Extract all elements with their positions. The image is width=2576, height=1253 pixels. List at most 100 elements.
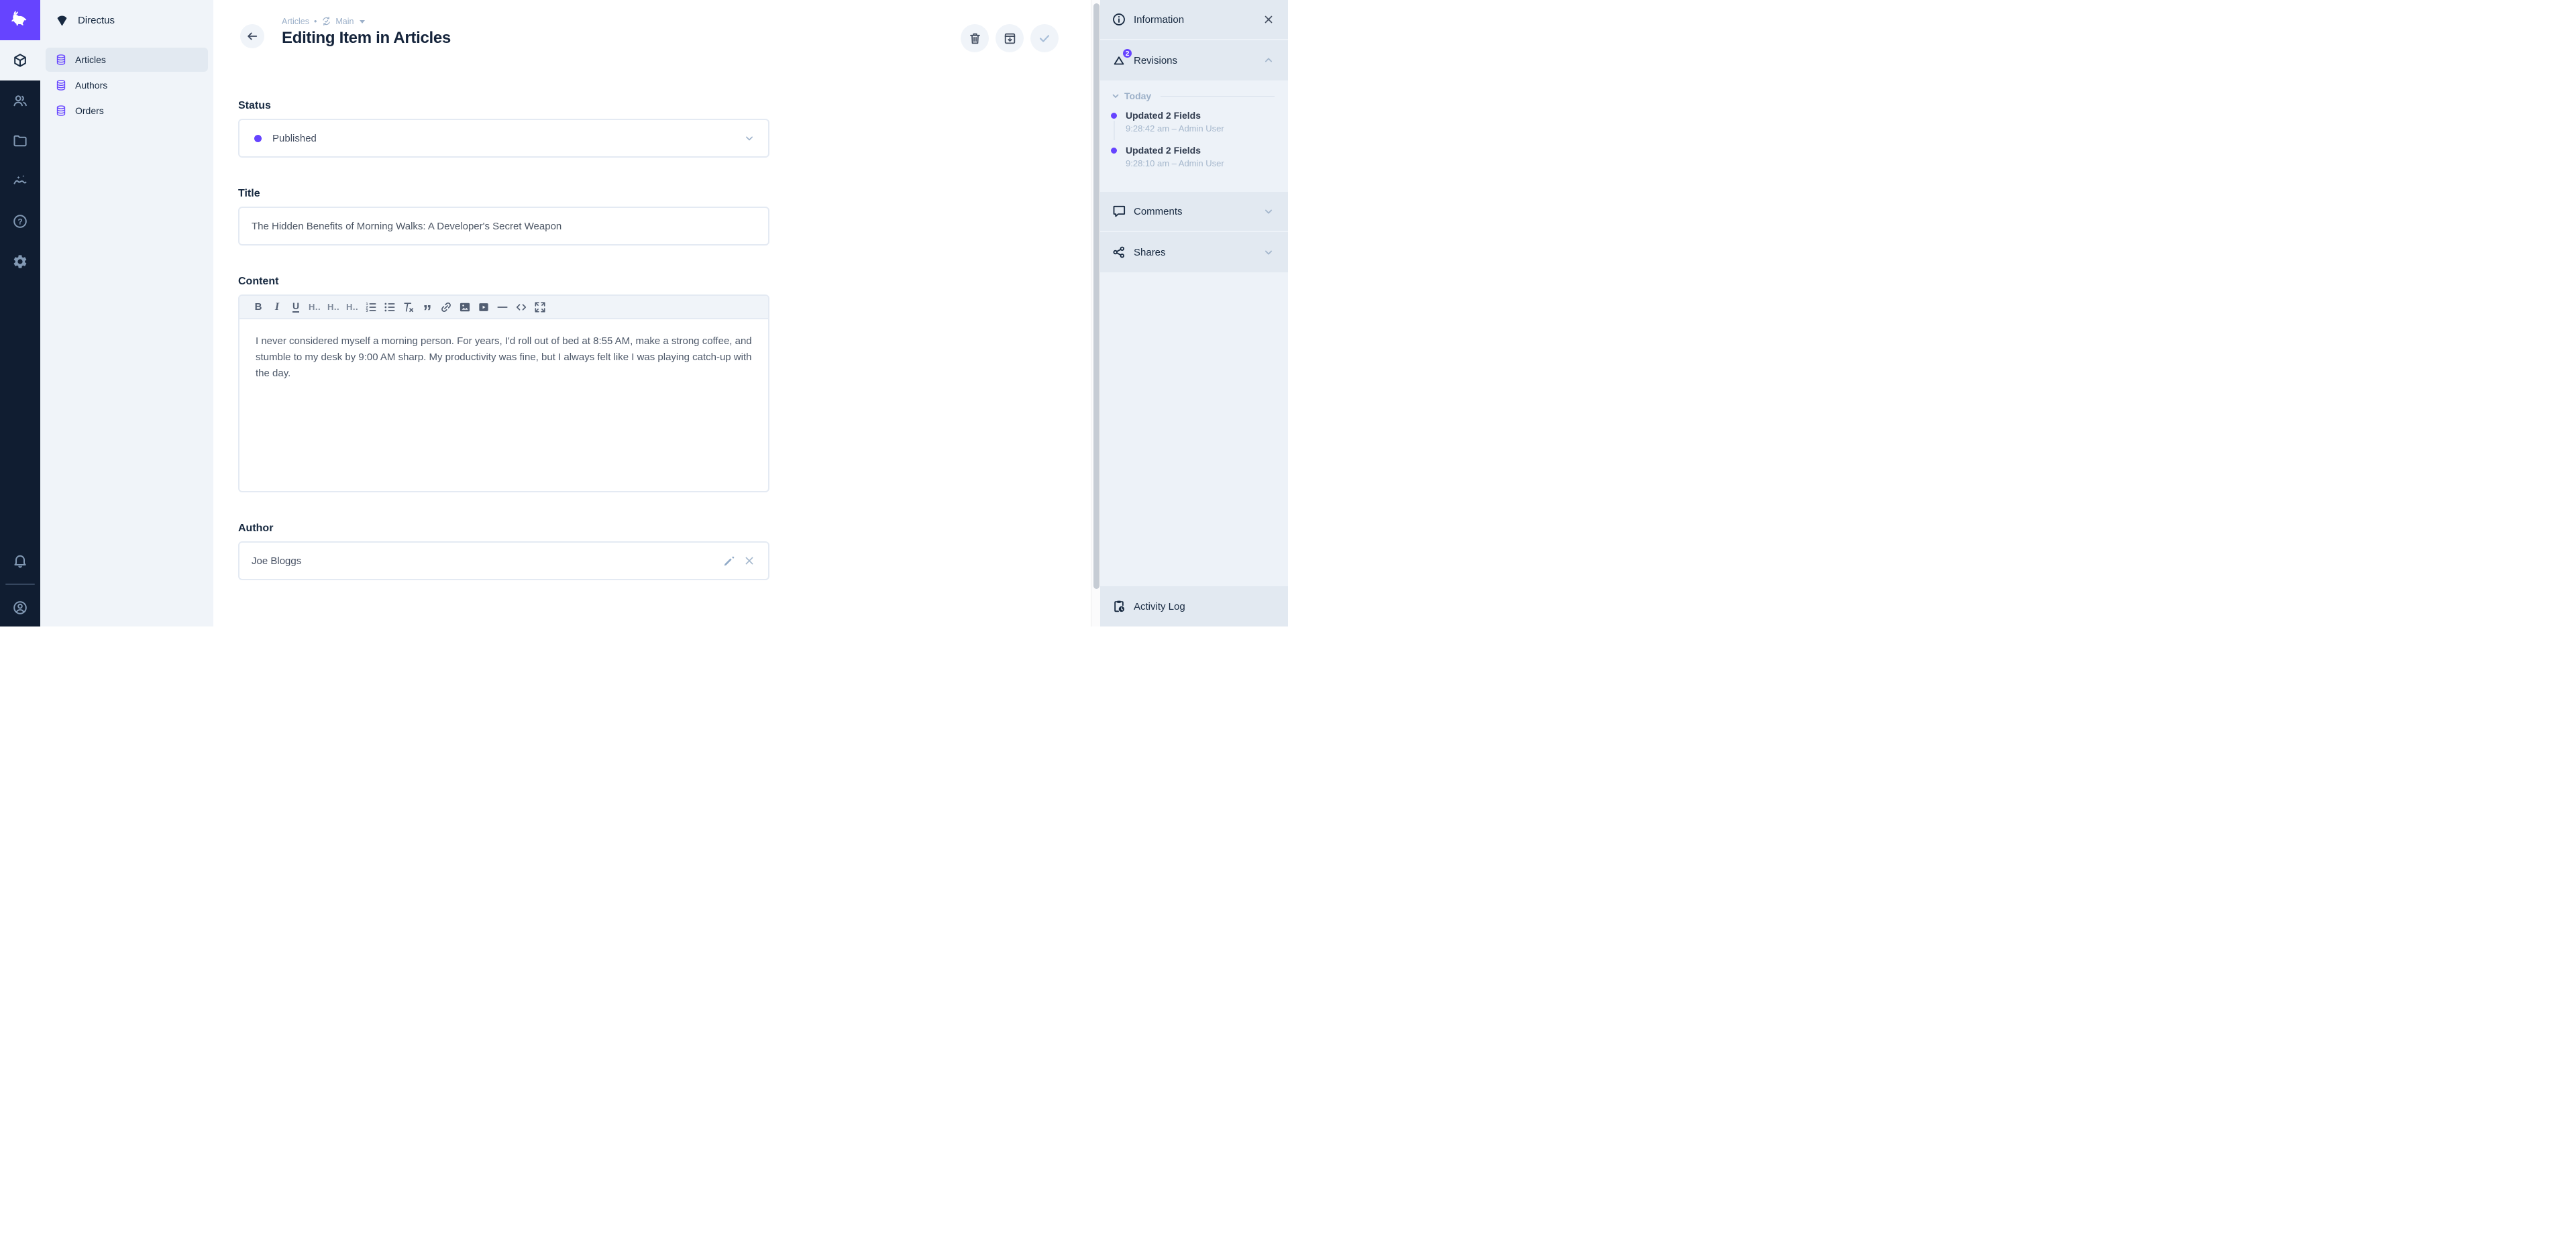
module-users[interactable]	[0, 80, 40, 121]
header-actions	[961, 24, 1059, 52]
project-header[interactable]: Directus	[40, 0, 213, 40]
expand-comments-button[interactable]	[1263, 205, 1275, 217]
main-scrollbar	[1091, 0, 1100, 626]
chevron-up-icon	[1263, 54, 1275, 66]
project-shield-icon	[55, 13, 69, 28]
breadcrumb-separator: •	[314, 17, 317, 26]
heading-3-icon[interactable]: H..	[343, 298, 362, 317]
revision-entry[interactable]: Updated 2 Fields 9:28:42 am – Admin User	[1111, 109, 1275, 144]
bold-icon[interactable]: B	[249, 298, 268, 317]
info-icon	[1112, 12, 1126, 27]
fullscreen-icon[interactable]	[531, 298, 549, 317]
revisions-icon-wrap: 2	[1112, 53, 1126, 68]
format-clear-icon[interactable]	[399, 298, 418, 317]
nav-item-label: Articles	[75, 54, 106, 65]
nav-item-articles[interactable]: Articles	[46, 48, 208, 72]
module-help[interactable]: ?	[0, 201, 40, 241]
video-icon[interactable]	[474, 298, 493, 317]
underline-icon[interactable]: U	[286, 298, 305, 317]
ordered-list-icon[interactable]: 123	[362, 298, 380, 317]
users-icon	[12, 93, 28, 109]
italic-icon[interactable]: I	[268, 298, 286, 317]
archive-button[interactable]	[996, 24, 1024, 52]
item-form: Status Published Title Content	[238, 99, 769, 580]
revision-meta: 9:28:42 am – Admin User	[1126, 123, 1224, 135]
deselect-x-icon[interactable]	[743, 554, 756, 567]
module-insights[interactable]	[0, 161, 40, 201]
revisions-group-label: Today	[1124, 91, 1151, 101]
link-icon[interactable]	[437, 298, 455, 317]
database-icon	[55, 79, 67, 91]
sidebar-section-comments[interactable]: Comments	[1100, 192, 1288, 232]
scrollbar-thumb[interactable]	[1093, 3, 1099, 589]
sidebar-section-shares[interactable]: Shares	[1100, 232, 1288, 272]
heading-2-icon[interactable]: H..	[324, 298, 343, 317]
comment-bubble-icon	[1112, 204, 1126, 219]
field-label: Title	[238, 187, 769, 201]
title-block: Articles • Main Editing Item in Articles	[282, 16, 451, 48]
title-input[interactable]	[252, 208, 756, 244]
status-value: Published	[272, 133, 317, 144]
field-label: Author	[238, 522, 769, 535]
code-icon[interactable]	[512, 298, 531, 317]
group-divider-line	[1161, 96, 1275, 97]
back-button[interactable]	[240, 24, 264, 48]
revisions-group-header[interactable]: Today	[1111, 91, 1275, 101]
edit-pencil-icon[interactable]	[722, 554, 736, 567]
directus-logo[interactable]	[0, 0, 40, 40]
revision-dot	[1111, 113, 1117, 119]
revision-dot-column	[1111, 144, 1118, 170]
sidebar-section-revisions[interactable]: 2 Revisions	[1100, 40, 1288, 80]
sidebar-section-information[interactable]: Information	[1100, 0, 1288, 40]
blockquote-icon[interactable]: ”	[418, 298, 437, 317]
account-button[interactable]	[0, 589, 40, 626]
title-field[interactable]	[238, 207, 769, 246]
revisions-list: Updated 2 Fields 9:28:42 am – Admin User…	[1111, 109, 1275, 179]
section-label: Activity Log	[1134, 601, 1185, 612]
chevron-down-icon	[1263, 205, 1275, 217]
module-settings[interactable]	[0, 241, 40, 282]
project-name: Directus	[78, 15, 115, 26]
module-content[interactable]	[0, 40, 40, 80]
sidebar-filler	[1100, 272, 1288, 586]
status-select[interactable]: Published	[238, 119, 769, 158]
revision-entry[interactable]: Updated 2 Fields 9:28:10 am – Admin User	[1111, 144, 1275, 179]
breadcrumb-collection[interactable]: Articles	[282, 17, 309, 26]
sidebar-section-activity-log[interactable]: Activity Log	[1100, 586, 1288, 626]
svg-text:?: ?	[17, 217, 22, 226]
nav-item-authors[interactable]: Authors	[46, 73, 208, 97]
revision-title: Updated 2 Fields	[1126, 144, 1224, 157]
nav-item-label: Orders	[75, 105, 104, 116]
author-relation-field[interactable]: Joe Bloggs	[238, 541, 769, 580]
module-bar-spacer	[0, 282, 40, 542]
breadcrumb-version[interactable]: Main	[335, 17, 354, 26]
relation-actions	[722, 554, 756, 567]
notifications-button[interactable]	[0, 542, 40, 580]
heading-1-icon[interactable]: H..	[305, 298, 324, 317]
revision-dot-column	[1111, 109, 1118, 135]
bullet-list-icon[interactable]	[380, 298, 399, 317]
author-value: Joe Bloggs	[252, 555, 301, 567]
gear-icon	[12, 254, 28, 270]
chevron-down-icon[interactable]	[743, 131, 756, 145]
collapse-revisions-button[interactable]	[1263, 54, 1275, 66]
editor-body[interactable]: I never considered myself a morning pers…	[239, 319, 768, 396]
save-button[interactable]	[1030, 24, 1059, 52]
page-header: Articles • Main Editing Item in Articles	[213, 0, 1091, 52]
delete-button[interactable]	[961, 24, 989, 52]
version-sync-icon	[321, 16, 331, 26]
svg-text:3: 3	[366, 309, 368, 313]
activity-log-icon	[1112, 599, 1126, 614]
app-window: ? Directus	[0, 0, 1288, 626]
horizontal-rule-icon[interactable]	[493, 298, 512, 317]
revision-meta: 9:28:10 am – Admin User	[1126, 158, 1224, 170]
close-sidebar-button[interactable]	[1263, 13, 1275, 25]
collections-list: Articles Authors Orders	[40, 40, 213, 123]
nav-item-orders[interactable]: Orders	[46, 99, 208, 123]
module-files[interactable]	[0, 121, 40, 161]
image-icon[interactable]	[455, 298, 474, 317]
right-sidebar: Information 2 Revisions Today	[1100, 0, 1288, 626]
expand-shares-button[interactable]	[1263, 246, 1275, 258]
field-status: Status Published	[238, 99, 769, 158]
breadcrumb[interactable]: Articles • Main	[282, 16, 451, 26]
